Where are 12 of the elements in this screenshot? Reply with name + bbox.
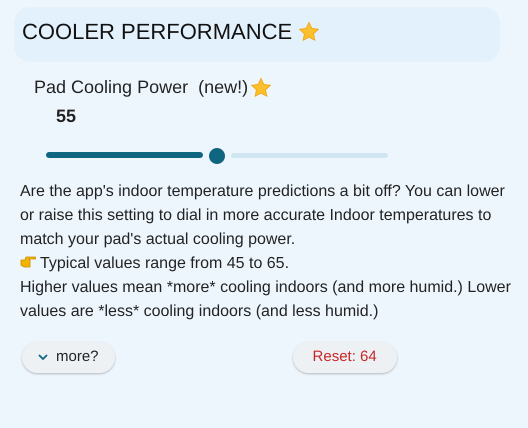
slider[interactable] (46, 148, 388, 162)
more-button[interactable]: more? (22, 342, 115, 372)
reset-button[interactable]: Reset: 64 (292, 342, 397, 372)
section-title: COOLER PERFORMANCE (22, 18, 292, 46)
description-text: Higher values mean *more* cooling indoors (and more humid.) Lower values are *less* cooling indoors (and less humid.) (20, 278, 512, 322)
slider-thumb[interactable] (209, 148, 225, 164)
setting-label: Pad Cooling Power (new!) (34, 76, 248, 99)
description-text: Typical values range from 45 to 65. (40, 255, 290, 272)
setting-value: 55 (56, 106, 76, 126)
description-text: Are the app's indoor temperature predictions a bit off? You can lower or raise this setting to dial in more accurate Indoor temperatures to match your pad's actual cooling power. (20, 182, 506, 250)
chevron-down-icon (38, 354, 48, 361)
pointing-hand-icon (20, 255, 36, 269)
